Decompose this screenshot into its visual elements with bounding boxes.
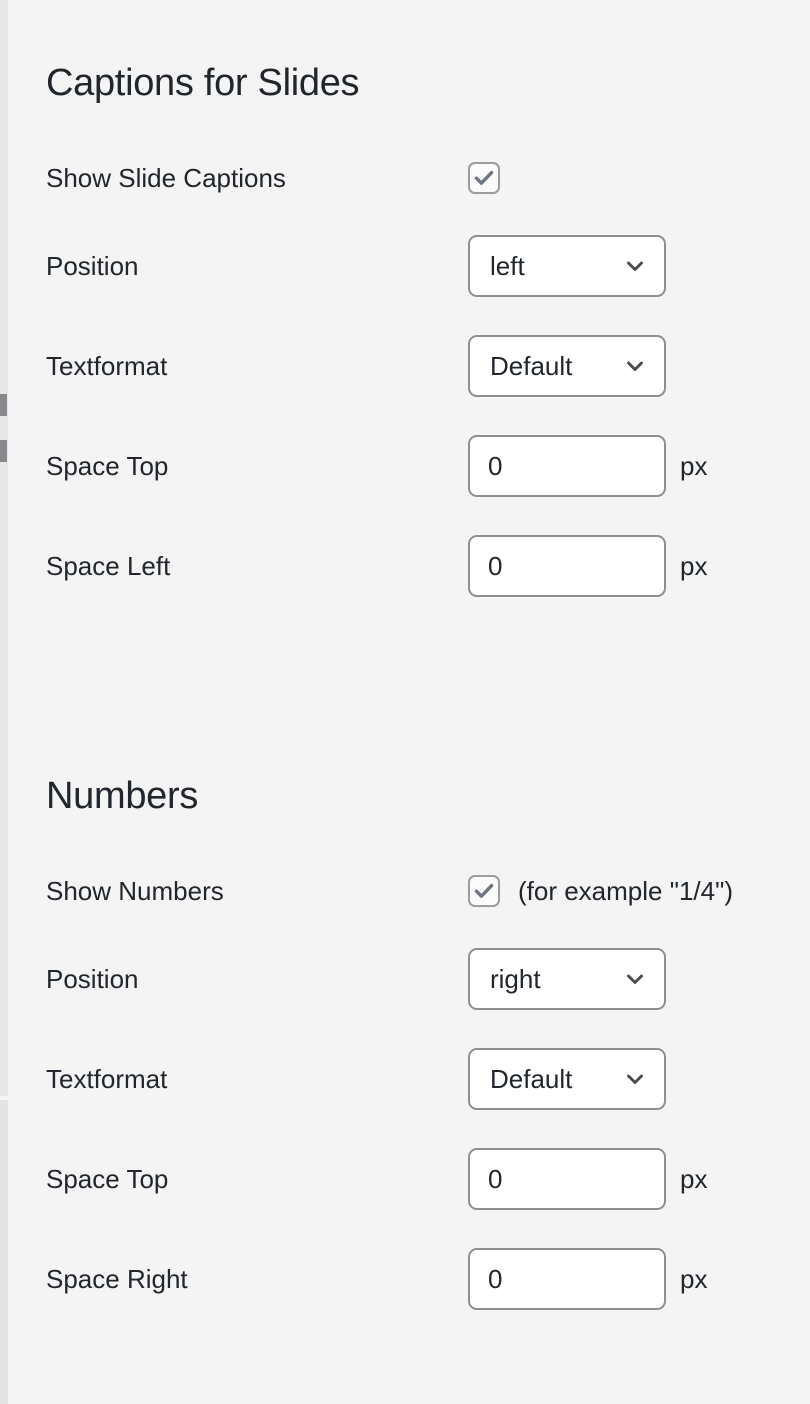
row-numbers-position: Position right xyxy=(0,929,810,1029)
checkbox-show-slide-captions[interactable] xyxy=(468,162,500,194)
select-numbers-position-value: right xyxy=(490,964,541,994)
select-captions-textformat[interactable]: Default xyxy=(468,335,666,397)
label-captions-space-top: Space Top xyxy=(46,450,168,482)
input-captions-space-top-value: 0 xyxy=(488,451,502,481)
captions-settings-rows: Show Slide Captions Position left xyxy=(0,140,810,616)
section-captions-for-slides: Captions for Slides Show Slide Captions … xyxy=(0,60,810,616)
row-captions-textformat: Textformat Default xyxy=(0,316,810,416)
section-numbers: Numbers Show Numbers (for example "1/4")… xyxy=(0,773,810,1329)
label-captions-position: Position xyxy=(46,250,139,282)
numbers-settings-rows: Show Numbers (for example "1/4") Positio… xyxy=(0,853,810,1329)
row-captions-space-top: Space Top 0 px xyxy=(0,416,810,516)
input-numbers-space-right[interactable]: 0 xyxy=(468,1248,666,1310)
section-title-captions-for-slides: Captions for Slides xyxy=(46,60,810,106)
row-numbers-space-top: Space Top 0 px xyxy=(0,1129,810,1229)
label-captions-textformat: Textformat xyxy=(46,350,167,382)
input-captions-space-top[interactable]: 0 xyxy=(468,435,666,497)
control-numbers-textformat: Default xyxy=(468,1048,666,1110)
row-show-slide-captions: Show Slide Captions xyxy=(0,140,810,216)
control-captions-textformat: Default xyxy=(468,335,666,397)
select-captions-position-value: left xyxy=(490,251,525,281)
control-captions-space-left: 0 px xyxy=(468,535,707,597)
control-show-slide-captions xyxy=(468,162,500,194)
control-numbers-space-top: 0 px xyxy=(468,1148,707,1210)
note-show-numbers-example: (for example "1/4") xyxy=(518,875,733,907)
chevron-down-icon xyxy=(622,966,648,992)
check-icon xyxy=(473,880,495,902)
chevron-down-icon xyxy=(622,253,648,279)
label-show-slide-captions: Show Slide Captions xyxy=(46,162,286,194)
chevron-down-icon xyxy=(622,353,648,379)
select-numbers-textformat[interactable]: Default xyxy=(468,1048,666,1110)
row-captions-space-left: Space Left 0 px xyxy=(0,516,810,616)
select-captions-textformat-value: Default xyxy=(490,351,572,381)
chevron-down-icon xyxy=(622,1066,648,1092)
label-numbers-position: Position xyxy=(46,963,139,995)
row-numbers-textformat: Textformat Default xyxy=(0,1029,810,1129)
label-numbers-textformat: Textformat xyxy=(46,1063,167,1095)
unit-numbers-space-top: px xyxy=(680,1163,707,1195)
control-numbers-position: right xyxy=(468,948,666,1010)
input-captions-space-left[interactable]: 0 xyxy=(468,535,666,597)
label-numbers-space-top: Space Top xyxy=(46,1163,168,1195)
label-show-numbers: Show Numbers xyxy=(46,875,224,907)
input-numbers-space-top-value: 0 xyxy=(488,1164,502,1194)
select-numbers-position[interactable]: right xyxy=(468,948,666,1010)
label-captions-space-left: Space Left xyxy=(46,550,170,582)
control-numbers-space-right: 0 px xyxy=(468,1248,707,1310)
unit-captions-space-left: px xyxy=(680,550,707,582)
row-numbers-space-right: Space Right 0 px xyxy=(0,1229,810,1329)
row-show-numbers: Show Numbers (for example "1/4") xyxy=(0,853,810,929)
control-captions-position: left xyxy=(468,235,666,297)
label-numbers-space-right: Space Right xyxy=(46,1263,188,1295)
section-title-numbers: Numbers xyxy=(46,773,810,819)
input-captions-space-left-value: 0 xyxy=(488,551,502,581)
control-show-numbers: (for example "1/4") xyxy=(468,875,733,907)
row-captions-position: Position left xyxy=(0,216,810,316)
unit-numbers-space-right: px xyxy=(680,1263,707,1295)
select-numbers-textformat-value: Default xyxy=(490,1064,572,1094)
checkbox-show-numbers[interactable] xyxy=(468,875,500,907)
select-captions-position[interactable]: left xyxy=(468,235,666,297)
settings-panel: Captions for Slides Show Slide Captions … xyxy=(0,0,810,1404)
input-numbers-space-right-value: 0 xyxy=(488,1264,502,1294)
unit-captions-space-top: px xyxy=(680,450,707,482)
input-numbers-space-top[interactable]: 0 xyxy=(468,1148,666,1210)
check-icon xyxy=(473,167,495,189)
control-captions-space-top: 0 px xyxy=(468,435,707,497)
